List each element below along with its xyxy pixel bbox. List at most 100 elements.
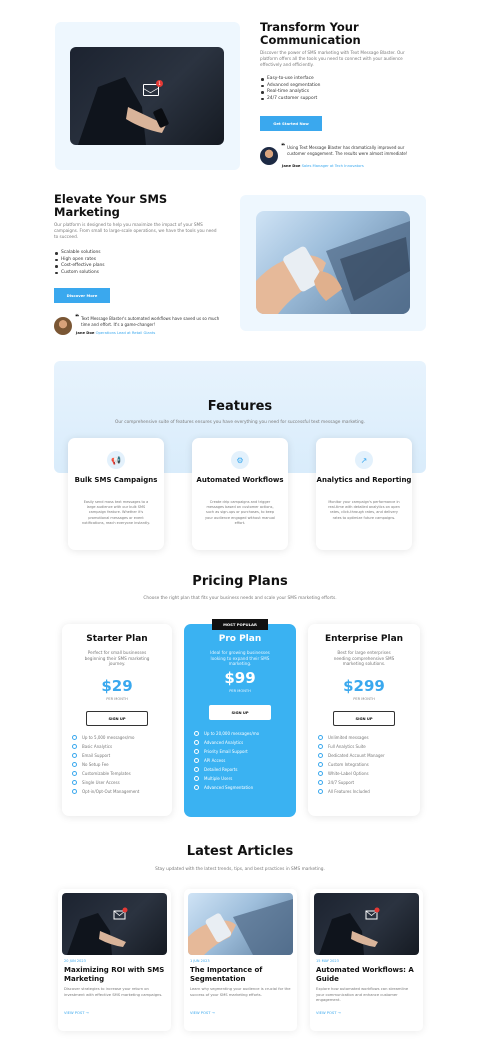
- check-circle-icon: [72, 780, 77, 785]
- features-title: Features: [207, 399, 273, 414]
- avatar: [54, 317, 72, 335]
- article-description: Learn why segmenting your audience is cr…: [190, 987, 291, 997]
- pricing-card-pro: Pro Plan Ideal for growing businesses lo…: [184, 624, 296, 817]
- pricing-subtitle: Choose the right plan that fits your bus…: [143, 596, 337, 601]
- list-item: Customizable Templates: [72, 769, 139, 778]
- article-title[interactable]: Automated Workflows: A Guide: [316, 966, 417, 984]
- author-name: Jane Doe: [76, 331, 95, 335]
- list-item: 24/7 Support: [318, 778, 385, 787]
- list-item: Dedicated Account Manager: [318, 751, 385, 760]
- author-role: Sales Manager at Tech Innovators: [301, 164, 364, 168]
- list-item: Advanced Analytics: [194, 738, 259, 747]
- chart-line-icon: ↗: [355, 451, 373, 469]
- quote-icon: ❝: [75, 313, 80, 321]
- plan-feature-list: Up to 20,000 messages/mo Advanced Analyt…: [194, 729, 259, 792]
- plan-description: Best for large enterprises needing compr…: [333, 650, 395, 667]
- list-item: 24/7 customer support: [260, 96, 380, 103]
- get-started-button[interactable]: Get Started Now: [260, 116, 322, 131]
- list-item: Detailed Reports: [194, 765, 259, 774]
- check-circle-icon: [318, 735, 323, 740]
- sign-up-button[interactable]: SIGN UP: [209, 705, 271, 720]
- article-image: [188, 893, 293, 955]
- plan-name: Pro Plan: [218, 634, 262, 644]
- arrow-right-icon: →: [85, 1011, 89, 1015]
- article-title[interactable]: The Importance of Segmentation: [190, 966, 291, 984]
- author-role: Operations Lead at Retail Giants: [95, 331, 156, 335]
- elevate-title: Elevate Your SMS Marketing: [54, 192, 168, 219]
- hero-description: Discover the power of SMS marketing with…: [260, 50, 405, 67]
- check-circle-icon: [318, 753, 323, 758]
- feature-card: ↗ Analytics and Reporting Monitor your c…: [316, 438, 412, 550]
- plan-period: PER MONTH: [353, 697, 375, 701]
- hero-title: Transform Your Communication: [260, 20, 361, 47]
- plan-price: $29: [101, 677, 133, 695]
- arrow-right-icon: →: [337, 1011, 341, 1015]
- article-title[interactable]: Maximizing ROI with SMS Marketing: [64, 966, 165, 984]
- hero-testimonial-quote: Using Text Message Blaster has dramatica…: [287, 145, 408, 156]
- elevate-testimonial-quote: Text Message Blaster's automated workflo…: [81, 316, 220, 327]
- hero-feature-list: Easy-to-use interface Advanced segmentat…: [260, 76, 380, 102]
- view-post-link[interactable]: VIEW POST →: [64, 1011, 89, 1015]
- plan-period: PER MONTH: [106, 697, 128, 701]
- sign-up-button[interactable]: SIGN UP: [86, 711, 148, 726]
- elevate-description: Our platform is designed to help you max…: [54, 222, 217, 239]
- view-post-link[interactable]: VIEW POST →: [316, 1011, 341, 1015]
- list-item: Up to 20,000 messages/mo: [194, 729, 259, 738]
- list-item: Unlimited messages: [318, 733, 385, 742]
- article-card[interactable]: 15 MAY 2023 Automated Workflows: A Guide…: [310, 889, 423, 1031]
- avatar: [260, 147, 278, 165]
- pricing-card-enterprise: Enterprise Plan Best for large enterpris…: [308, 624, 420, 816]
- check-circle-icon: [72, 762, 77, 767]
- check-circle-icon: [194, 776, 199, 781]
- hero-image: 1: [70, 47, 224, 145]
- megaphone-icon: 📢: [107, 451, 125, 469]
- check-circle-icon: [194, 740, 199, 745]
- plan-period: PER MONTH: [229, 689, 251, 693]
- list-item: Custom Integrations: [318, 760, 385, 769]
- list-item: Multiple Users: [194, 774, 259, 783]
- elevate-feature-list: Scalable solutions High open rates Cost-…: [54, 250, 174, 276]
- list-item: No Setup Fee: [72, 760, 139, 769]
- plan-description: Perfect for small businesses beginning t…: [84, 650, 150, 667]
- most-popular-badge: MOST POPULAR: [212, 619, 268, 630]
- article-image: [62, 893, 167, 955]
- check-circle-icon: [194, 767, 199, 772]
- view-post-link[interactable]: VIEW POST →: [190, 1011, 215, 1015]
- check-circle-icon: [194, 785, 199, 790]
- plan-feature-list: Unlimited messages Full Analytics Suite …: [318, 733, 385, 796]
- plan-price: $99: [224, 669, 256, 687]
- articles-title: Latest Articles: [186, 844, 294, 859]
- sign-up-button[interactable]: SIGN UP: [333, 711, 395, 726]
- check-circle-icon: [318, 771, 323, 776]
- notification-badge: 1: [156, 80, 163, 87]
- list-item: Opt-in/Opt-Out Management: [72, 787, 139, 796]
- author-name: Jane Doe: [282, 164, 301, 168]
- list-item: Custom solutions: [54, 270, 174, 277]
- feature-description: Easily send mass text messages to a larg…: [82, 500, 150, 525]
- discover-more-button[interactable]: Discover More: [54, 288, 110, 303]
- features-subtitle: Our comprehensive suite of features ensu…: [114, 420, 365, 425]
- check-circle-icon: [72, 789, 77, 794]
- check-circle-icon: [318, 762, 323, 767]
- list-item: Full Analytics Suite: [318, 742, 385, 751]
- check-circle-icon: [318, 789, 323, 794]
- article-card[interactable]: 20 JUN 2023 Maximizing ROI with SMS Mark…: [58, 889, 171, 1031]
- article-card[interactable]: 1 JUN 2023 The Importance of Segmentatio…: [184, 889, 297, 1031]
- list-item: Single User Access: [72, 778, 139, 787]
- check-circle-icon: [72, 744, 77, 749]
- check-circle-icon: [194, 749, 199, 754]
- list-item: White-Label Options: [318, 769, 385, 778]
- feature-title: Analytics and Reporting: [316, 476, 412, 484]
- quote-icon: ❝: [281, 142, 286, 150]
- check-circle-icon: [72, 735, 77, 740]
- check-circle-icon: [318, 744, 323, 749]
- article-image: [314, 893, 419, 955]
- article-date: 1 JUN 2023: [190, 959, 210, 963]
- feature-title: Bulk SMS Campaigns: [74, 476, 158, 484]
- check-circle-icon: [318, 780, 323, 785]
- elevate-testimonial-author: Jane Doe Operations Lead at Retail Giant…: [76, 331, 155, 335]
- check-circle-icon: [72, 753, 77, 758]
- feature-card: 📢 Bulk SMS Campaigns Easily send mass te…: [68, 438, 164, 550]
- gears-icon: ⚙: [231, 451, 249, 469]
- elevate-image: [256, 211, 410, 314]
